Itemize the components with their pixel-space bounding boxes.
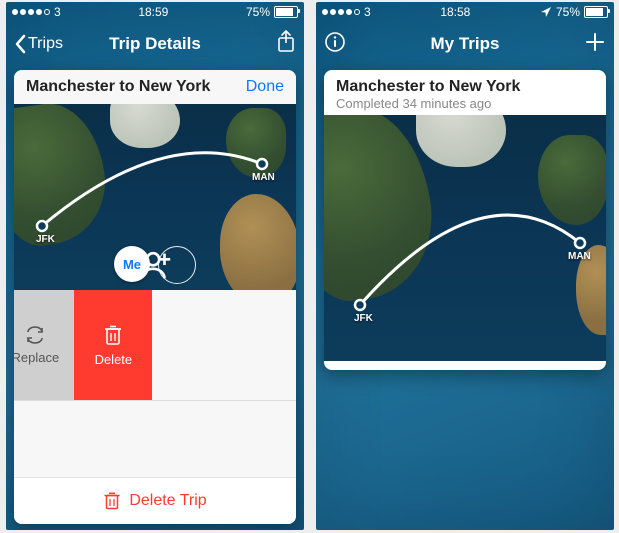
origin-code-label: MAN bbox=[252, 172, 275, 183]
replace-button[interactable]: Replace bbox=[14, 290, 74, 400]
signal-dots-icon bbox=[12, 9, 50, 15]
delete-segment-button[interactable]: Delete bbox=[74, 290, 152, 400]
clock-label: 18:58 bbox=[440, 5, 470, 19]
done-button[interactable]: Done bbox=[246, 78, 284, 96]
trip-map: JFK MAN bbox=[324, 115, 606, 361]
carrier-label: 3 bbox=[54, 5, 61, 19]
share-icon bbox=[276, 30, 296, 54]
dest-code-label: JFK bbox=[354, 313, 373, 324]
nav-bar: My Trips bbox=[316, 22, 614, 66]
back-label: Trips bbox=[28, 35, 63, 53]
carrier-label: 3 bbox=[364, 5, 371, 19]
battery-icon bbox=[584, 6, 608, 18]
phone-trip-details: 3 18:59 75% Trips Trip Details M bbox=[6, 2, 304, 530]
back-button[interactable]: Trips bbox=[14, 34, 74, 54]
add-traveller-button[interactable] bbox=[158, 246, 196, 284]
trash-icon bbox=[103, 324, 123, 346]
clock-label: 18:59 bbox=[138, 5, 168, 19]
battery-icon bbox=[274, 6, 298, 18]
plus-icon bbox=[584, 31, 606, 53]
battery-pct-label: 75% bbox=[246, 5, 270, 19]
page-title: Trip Details bbox=[74, 34, 236, 54]
trip-subtitle: Completed 34 minutes ago bbox=[336, 96, 594, 111]
status-bar: 3 18:59 75% bbox=[6, 2, 304, 22]
page-title: My Trips bbox=[384, 34, 546, 54]
status-bar: 3 18:58 75% bbox=[316, 2, 614, 22]
nav-bar: Trips Trip Details bbox=[6, 22, 304, 66]
phone-my-trips: 3 18:58 75% My Trips bbox=[316, 2, 614, 530]
info-icon bbox=[324, 31, 346, 53]
share-button[interactable] bbox=[276, 30, 296, 59]
delete-trip-button[interactable]: Delete Trip bbox=[14, 477, 296, 524]
delete-trip-label: Delete Trip bbox=[129, 492, 206, 510]
info-button[interactable] bbox=[324, 31, 346, 58]
segment-row[interactable]: o New York ived 34 minutes ago JFK 13:25 bbox=[14, 290, 296, 401]
trash-icon bbox=[103, 491, 121, 511]
delete-label: Delete bbox=[95, 352, 133, 367]
location-icon bbox=[540, 6, 552, 18]
trip-title: Manchester to New York bbox=[26, 78, 210, 96]
signal-dots-icon bbox=[322, 9, 360, 15]
add-trip-button[interactable] bbox=[584, 31, 606, 58]
add-person-icon bbox=[114, 246, 196, 284]
trip-map[interactable]: JFK MAN Me bbox=[14, 104, 296, 290]
dest-code-label: JFK bbox=[36, 234, 55, 245]
trip-summary-card[interactable]: Manchester to New York Completed 34 minu… bbox=[324, 70, 606, 370]
replace-icon bbox=[24, 326, 46, 344]
battery-pct-label: 75% bbox=[556, 5, 580, 19]
origin-code-label: MAN bbox=[568, 251, 591, 262]
trip-card: Manchester to New York Done JFK MAN Me bbox=[14, 70, 296, 524]
replace-label: Replace bbox=[14, 350, 59, 365]
chevron-left-icon bbox=[14, 34, 26, 54]
trip-title: Manchester to New York bbox=[336, 78, 594, 96]
flight-path-icon bbox=[324, 115, 606, 361]
